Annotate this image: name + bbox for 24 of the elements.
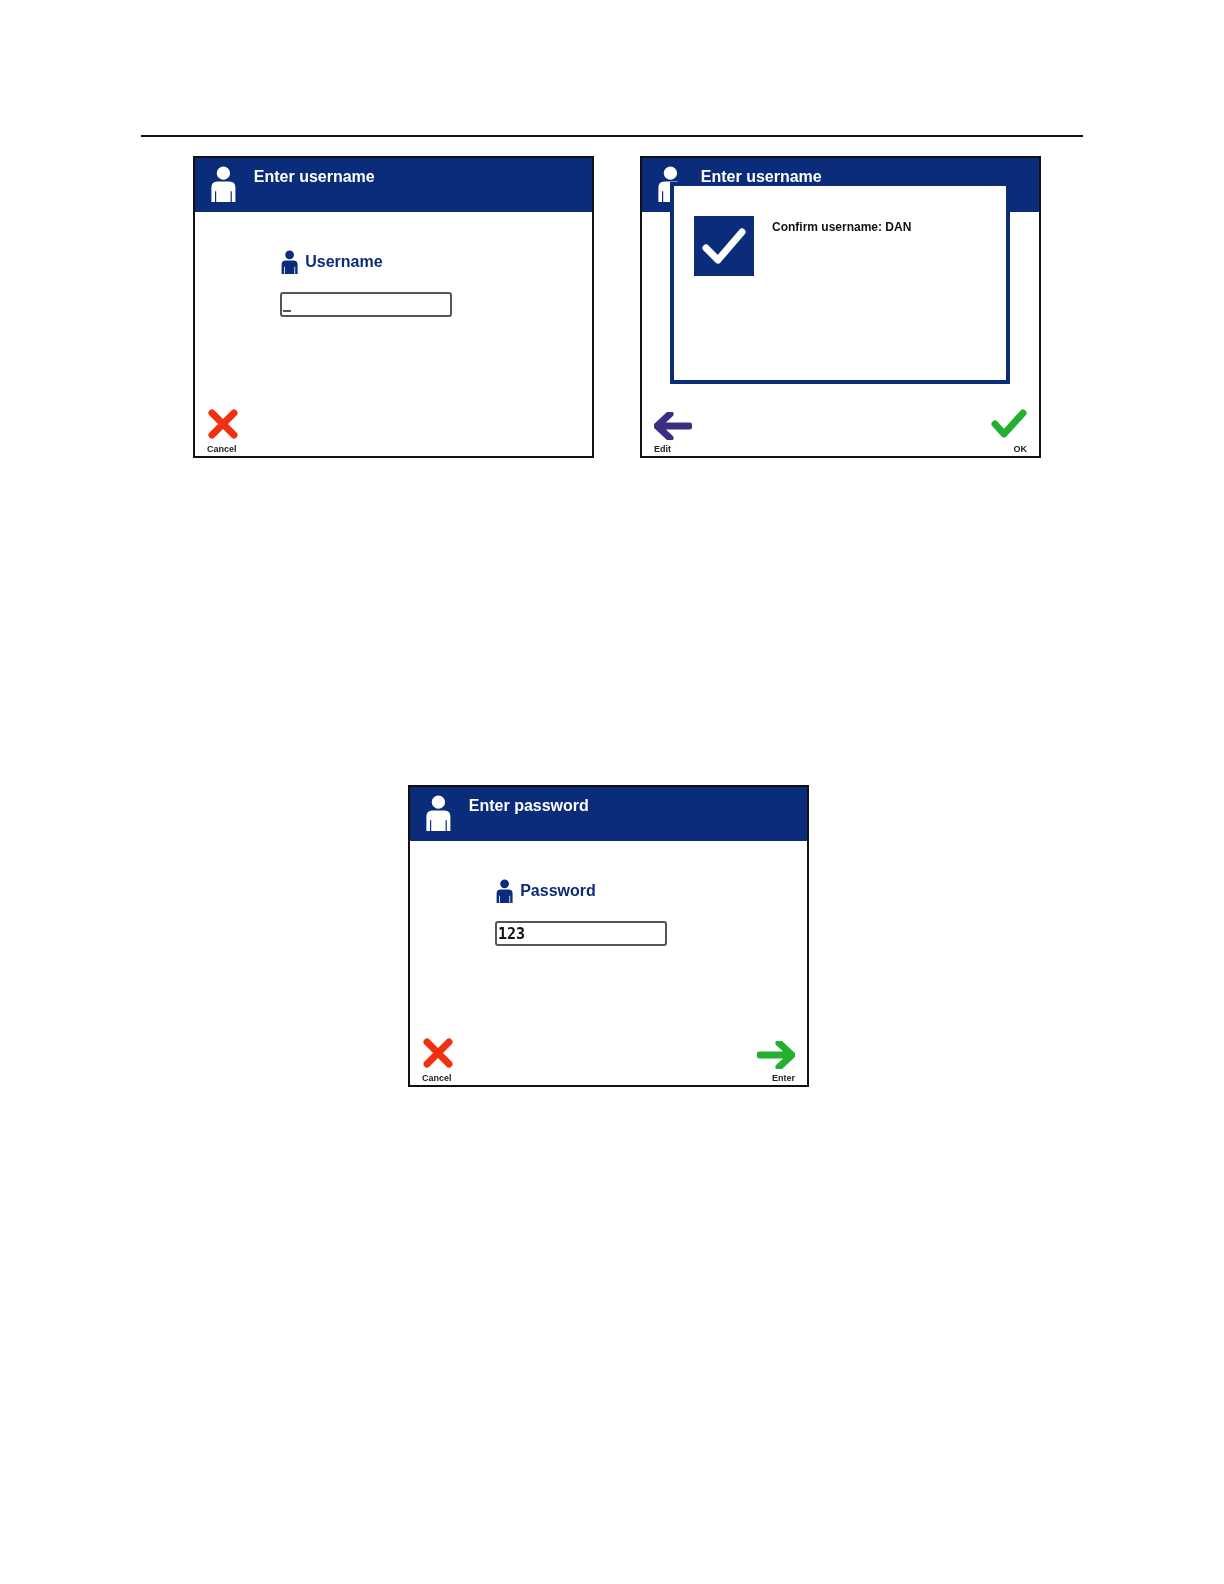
- person-icon: [209, 166, 238, 202]
- screen-title: Enter username: [253, 168, 375, 186]
- screen-title: Enter password: [468, 797, 589, 815]
- input-field[interactable]: 123: [495, 921, 667, 946]
- enter-button[interactable]: Enter: [757, 1041, 795, 1083]
- close-icon: [422, 1037, 454, 1069]
- checkbox-icon: [694, 216, 754, 276]
- dialog-message: Confirm username: DAN: [772, 220, 912, 236]
- text-cursor-icon: [283, 310, 291, 312]
- cancel-button[interactable]: Cancel: [422, 1037, 454, 1083]
- person-icon: [495, 879, 515, 903]
- left-arrow-icon: [654, 412, 692, 440]
- cancel-button[interactable]: Cancel: [207, 408, 239, 454]
- person-icon: [424, 795, 453, 831]
- checkmark-icon: [991, 408, 1027, 440]
- field-label: Password: [520, 882, 596, 900]
- close-icon: [207, 408, 239, 440]
- person-icon: [280, 250, 300, 274]
- screen-title: Enter username: [700, 168, 822, 186]
- back-button[interactable]: Edit: [654, 412, 692, 454]
- field-label: Username: [305, 253, 383, 271]
- right-arrow-icon: [757, 1041, 795, 1069]
- ok-button[interactable]: OK: [991, 408, 1027, 454]
- input-field[interactable]: [280, 292, 452, 317]
